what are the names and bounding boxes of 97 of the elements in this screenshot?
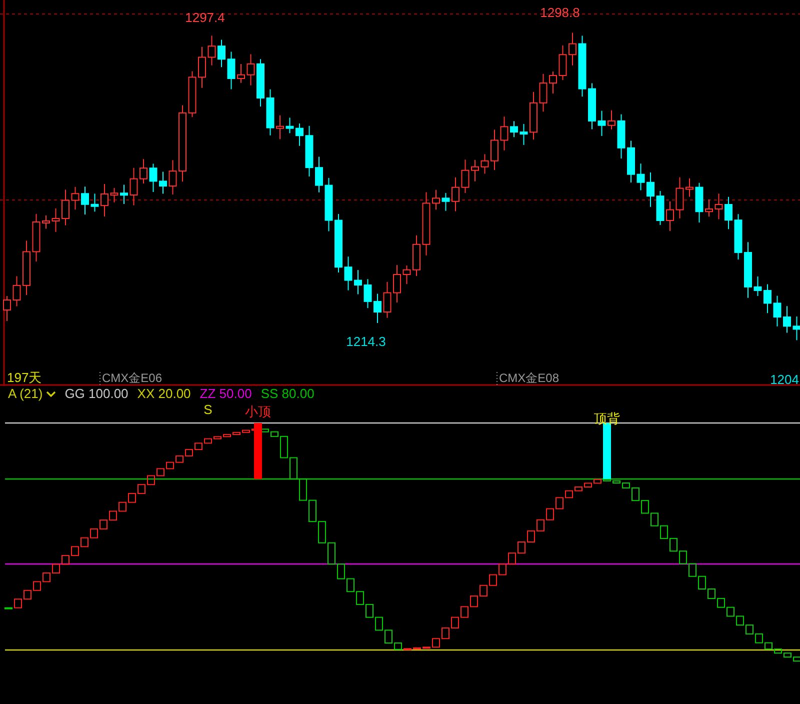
candlestick bbox=[227, 51, 236, 90]
candlestick bbox=[608, 110, 616, 130]
candlestick bbox=[334, 213, 342, 273]
candlestick bbox=[81, 186, 89, 215]
candlestick bbox=[530, 91, 538, 140]
chevron-down-icon[interactable] bbox=[46, 390, 56, 398]
candlestick bbox=[588, 82, 596, 130]
candlestick bbox=[714, 193, 723, 220]
candlestick bbox=[480, 154, 489, 174]
signal-label: S bbox=[204, 402, 212, 417]
candlestick bbox=[744, 242, 752, 298]
candlestick bbox=[120, 184, 128, 204]
signal-label: 顶背 bbox=[594, 411, 620, 426]
candlestick bbox=[402, 264, 411, 285]
candlestick bbox=[422, 192, 430, 256]
candlestick bbox=[705, 198, 713, 218]
candlestick bbox=[296, 123, 304, 146]
candlestick bbox=[432, 189, 440, 210]
candlestick bbox=[724, 196, 732, 230]
candlestick bbox=[520, 123, 528, 146]
candlestick bbox=[646, 172, 654, 208]
candlestick bbox=[695, 182, 704, 223]
price-label: 1214.3 bbox=[346, 334, 386, 349]
candlestick bbox=[773, 295, 782, 327]
candlestick bbox=[783, 306, 791, 334]
price-label: 1297.4 bbox=[185, 10, 225, 25]
candlestick bbox=[3, 296, 11, 322]
price-label: 1204 bbox=[770, 372, 799, 386]
candlestick bbox=[452, 176, 460, 212]
candlestick bbox=[383, 281, 392, 318]
candlestick bbox=[256, 58, 264, 108]
candlestick bbox=[490, 129, 498, 170]
candlestick bbox=[168, 160, 177, 195]
candlestick bbox=[198, 46, 206, 88]
candlestick bbox=[764, 284, 772, 314]
candlestick bbox=[305, 125, 314, 177]
candlestick bbox=[62, 189, 70, 226]
candlestick bbox=[52, 208, 60, 232]
candlestick bbox=[734, 214, 742, 260]
contract-label: CMX金E08 bbox=[499, 371, 560, 385]
candlestick bbox=[578, 35, 586, 98]
parameter-label: ZZ 50.00 bbox=[200, 386, 252, 402]
parameter-label: XX 20.00 bbox=[137, 386, 191, 402]
contract-label: CMX金E06 bbox=[102, 371, 162, 385]
candlestick bbox=[130, 167, 138, 206]
candlestick bbox=[627, 140, 635, 184]
candlestick bbox=[208, 35, 216, 66]
candlestick bbox=[159, 171, 167, 194]
candlestick bbox=[22, 240, 30, 296]
candlestick bbox=[110, 187, 118, 203]
candlestick bbox=[100, 184, 108, 217]
candlestick bbox=[276, 114, 284, 140]
parameter-label: GG 100.00 bbox=[64, 386, 128, 402]
candlestick bbox=[656, 190, 664, 226]
candlestick bbox=[286, 117, 294, 134]
period-label: 197天 bbox=[7, 370, 42, 385]
candlestick bbox=[676, 176, 684, 219]
candlestick bbox=[315, 156, 323, 193]
candlestick bbox=[461, 159, 470, 194]
candlestick bbox=[32, 213, 40, 262]
candlestick bbox=[754, 276, 762, 296]
candlestick bbox=[558, 44, 567, 81]
candlestick bbox=[617, 114, 626, 160]
candlestick bbox=[246, 54, 255, 86]
candlestick bbox=[71, 186, 80, 210]
candlestick bbox=[188, 70, 196, 118]
candlestick bbox=[344, 256, 352, 291]
candlestick bbox=[90, 193, 99, 212]
candlestick bbox=[140, 158, 148, 184]
candlestick bbox=[42, 214, 50, 230]
candlestick bbox=[412, 234, 420, 276]
candlestick bbox=[792, 316, 800, 341]
candlestick bbox=[636, 163, 645, 191]
candlestick bbox=[218, 39, 226, 68]
candlestick bbox=[149, 163, 158, 192]
candlestick bbox=[686, 178, 694, 198]
candlestick bbox=[442, 192, 450, 212]
indicator-name[interactable]: A (21) bbox=[8, 386, 43, 402]
candlestick bbox=[266, 88, 274, 136]
candlestick bbox=[364, 278, 372, 309]
candlestick bbox=[354, 269, 362, 295]
candlestick bbox=[666, 200, 674, 232]
candlestick bbox=[237, 64, 245, 84]
price-label: 1298.8 bbox=[540, 5, 580, 20]
candlestick bbox=[393, 264, 401, 304]
candlestick bbox=[324, 177, 333, 232]
candlestick bbox=[500, 116, 508, 151]
candlestick bbox=[539, 73, 548, 112]
candlestick bbox=[598, 110, 606, 136]
candlestick bbox=[471, 159, 479, 182]
candlestick bbox=[549, 70, 557, 94]
candlestick bbox=[510, 120, 518, 138]
candlestick bbox=[12, 276, 21, 307]
candlestick bbox=[374, 293, 382, 324]
signal-label: 小顶 bbox=[245, 404, 271, 419]
parameter-label: SS 80.00 bbox=[260, 386, 314, 402]
candlestick bbox=[568, 32, 576, 66]
